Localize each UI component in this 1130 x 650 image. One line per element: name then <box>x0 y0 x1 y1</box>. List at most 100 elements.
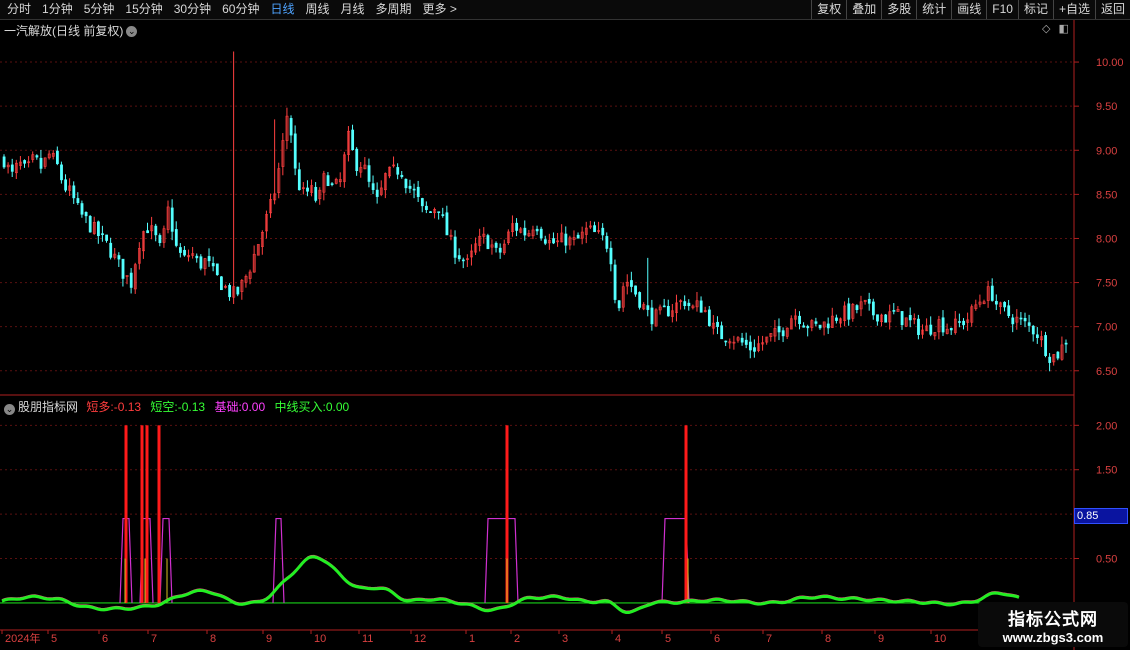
candle-body <box>416 186 420 197</box>
candle-body <box>740 337 744 343</box>
candle-body <box>80 203 84 215</box>
candle-body <box>650 307 654 325</box>
candle-body <box>1056 351 1060 359</box>
candle-body <box>814 321 818 324</box>
candle-body <box>634 285 637 295</box>
candle-body <box>798 315 801 325</box>
candle-body <box>2 156 6 168</box>
candle-body <box>437 211 441 213</box>
candle-body <box>826 323 830 329</box>
candle-body <box>375 189 379 197</box>
candle-body <box>498 247 502 253</box>
indicator-ytick-label: 1.50 <box>1096 465 1117 477</box>
candle-body <box>101 233 104 235</box>
candle-body <box>716 321 719 327</box>
candle-body <box>744 339 748 345</box>
xtick-label: 4 <box>615 633 621 645</box>
candle-body <box>326 175 330 187</box>
current-value-marker: 0.85 <box>1074 508 1128 524</box>
candle-body <box>990 285 994 301</box>
xtick-label: 8 <box>825 633 831 645</box>
candle-body <box>1027 322 1031 326</box>
candle-body <box>949 328 953 331</box>
candle-body <box>355 148 359 172</box>
candle-body <box>662 305 666 308</box>
main-ytick-label: 7.00 <box>1096 322 1117 334</box>
candle-body <box>1048 356 1052 363</box>
candle-body <box>117 255 121 260</box>
kline-chart[interactable]: 10.00 9.50 9.00 8.50 8.00 7.50 7.00 6.50 2.00 1.5… <box>0 0 1130 650</box>
candle-body <box>720 325 724 340</box>
candle-body <box>330 183 334 185</box>
short-long-signal-bar <box>140 425 144 603</box>
candle-body <box>10 164 14 172</box>
candle-body <box>605 236 609 249</box>
candle-body <box>855 305 859 311</box>
candle-body <box>748 341 752 351</box>
candle-body <box>88 216 92 233</box>
xtick-label: 5 <box>665 633 671 645</box>
candle-body <box>207 256 211 262</box>
main-ytick-label: 7.50 <box>1096 278 1117 290</box>
short-long-signal-bar <box>684 425 688 603</box>
xtick-label: 6 <box>714 633 720 645</box>
candle-body <box>867 299 871 304</box>
candle-body <box>453 236 457 258</box>
candle-body <box>441 214 445 216</box>
candle-body <box>170 207 174 232</box>
xtick-label: 12 <box>414 633 426 645</box>
candle-body <box>1044 335 1047 356</box>
candle-body <box>724 340 728 343</box>
xtick-label: 8 <box>210 633 216 645</box>
candle-body <box>1019 317 1023 320</box>
candle-body <box>179 247 182 253</box>
candle-body <box>457 255 461 260</box>
candle-body <box>835 317 838 321</box>
xtick-label: 1 <box>469 633 475 645</box>
xtick-label: 6 <box>102 633 108 645</box>
candle-body <box>35 155 39 158</box>
candle-body <box>199 256 203 269</box>
watermark-url: www.zbgs3.com <box>1002 630 1104 645</box>
main-ytick-label: 8.50 <box>1096 189 1117 201</box>
main-ytick-label: 9.00 <box>1096 145 1117 157</box>
candle-body <box>806 326 810 329</box>
candle-body <box>400 174 404 178</box>
candle-body <box>220 276 223 291</box>
candle-body <box>900 311 904 326</box>
candle-body <box>461 259 465 262</box>
candle-body <box>306 187 309 192</box>
candle-body <box>908 314 912 321</box>
candle-body <box>707 309 711 326</box>
candle-body <box>687 302 691 307</box>
candle-body <box>76 198 80 204</box>
mid-buy-pulse <box>484 517 519 603</box>
candle-body <box>146 230 150 234</box>
candle-body <box>941 317 945 333</box>
candle-body <box>1007 305 1011 317</box>
candle-body <box>1035 334 1039 339</box>
candle-body <box>494 242 498 248</box>
candle-body <box>753 347 756 352</box>
candle-body <box>1003 301 1006 308</box>
candle-body <box>543 239 547 244</box>
xtick-label: 7 <box>766 633 772 645</box>
candle-body <box>613 264 617 300</box>
short-long-signal-bar <box>145 425 149 603</box>
candle-body <box>297 169 301 191</box>
candle-body <box>958 321 961 323</box>
candle-body <box>876 314 879 322</box>
short-long-signal-bar <box>157 425 161 603</box>
candle-body <box>60 164 63 181</box>
candle-body <box>314 186 318 201</box>
candle-body <box>84 212 88 217</box>
candle-body <box>539 228 543 239</box>
candle-body <box>351 129 355 151</box>
mid-buy-pulse <box>159 517 173 603</box>
candle-body <box>802 325 806 328</box>
candle-body <box>228 285 232 298</box>
indicator-ytick-label: 2.00 <box>1096 420 1117 432</box>
xtick-label: 7 <box>151 633 157 645</box>
candle-body <box>109 242 113 258</box>
candle-body <box>871 301 875 316</box>
